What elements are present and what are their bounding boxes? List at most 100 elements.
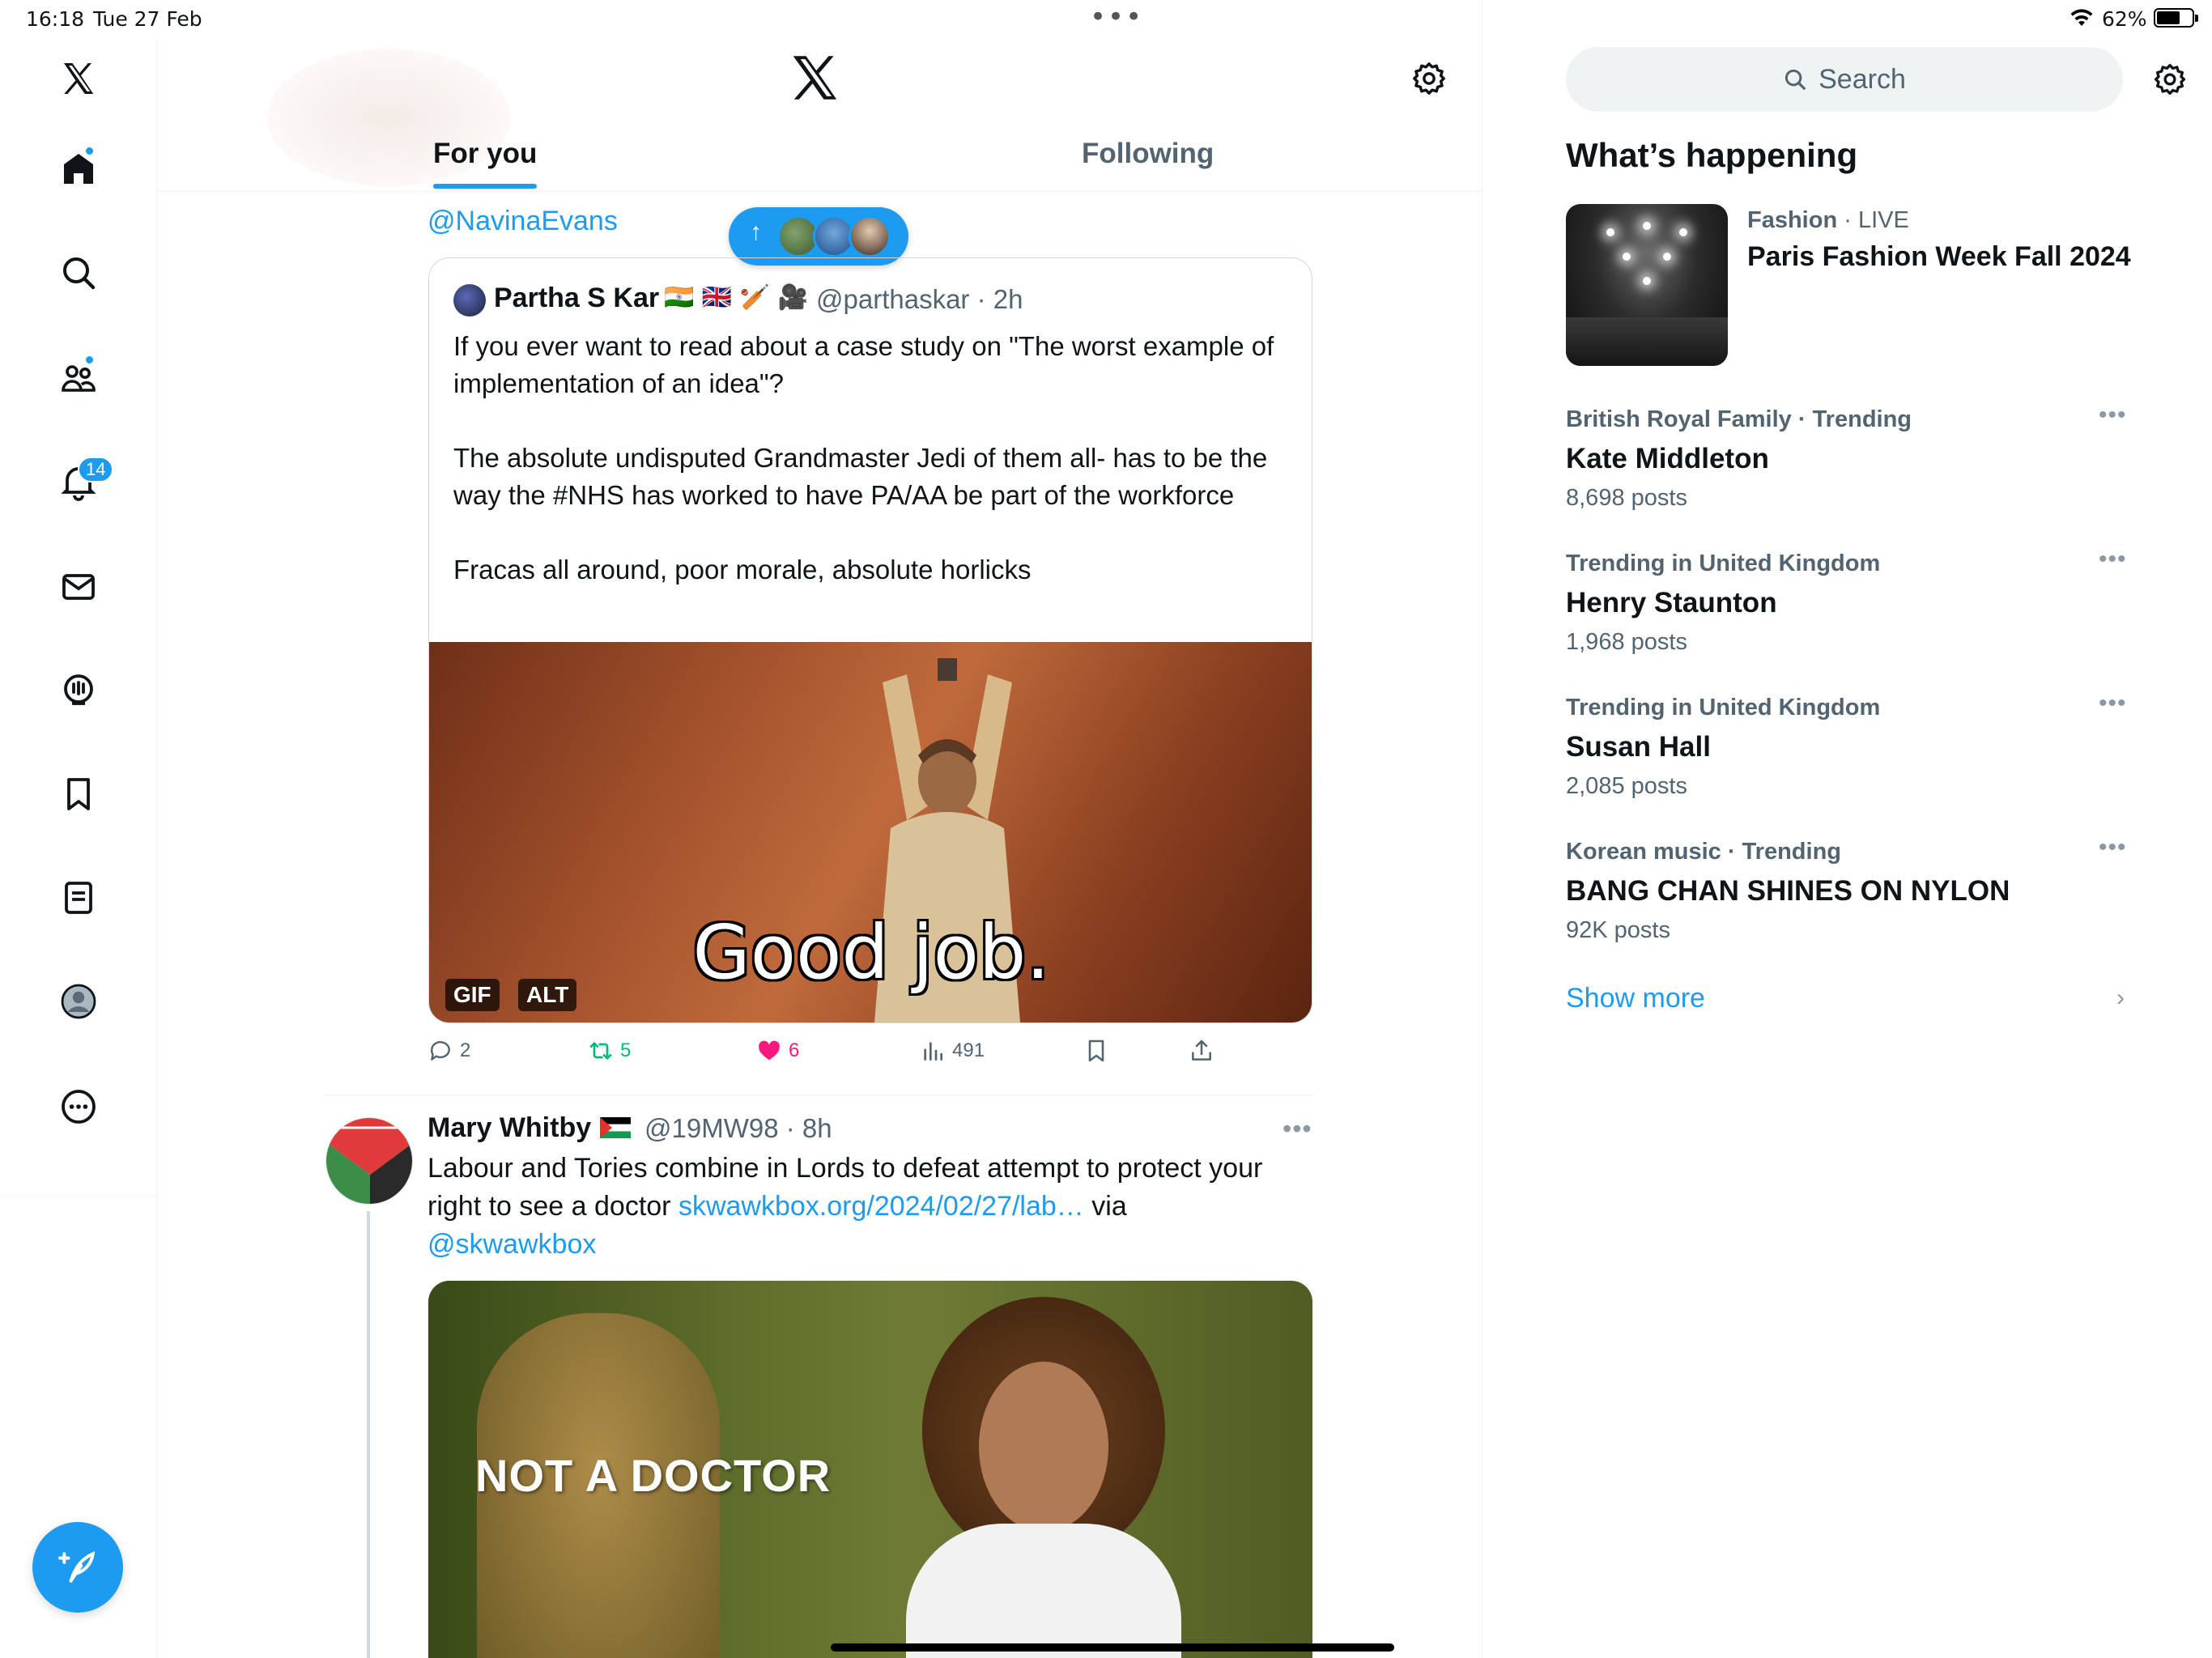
more-icon[interactable]: [50, 1078, 107, 1135]
home-icon[interactable]: [50, 141, 107, 198]
featured-trend-title[interactable]: Paris Fashion Week Fall 2024: [1747, 241, 2131, 273]
bookmark-icon: [1088, 1039, 1104, 1062]
x-logo-icon: [793, 56, 837, 100]
tab-for-you[interactable]: For you: [433, 138, 537, 170]
quoted-gif-media[interactable]: Good job. GIF ALT: [429, 642, 1312, 1022]
trend-item[interactable]: Korean music · Trending BANG CHAN SHINES…: [1566, 834, 2133, 944]
search-placeholder: Search: [1819, 63, 1906, 95]
timestamp: 2h: [993, 284, 1023, 314]
tab-following[interactable]: Following: [1082, 138, 1214, 170]
retweet-icon: [589, 1042, 612, 1060]
search-icon: [1785, 69, 1806, 90]
trend-item[interactable]: Trending in United Kingdom Susan Hall 2,…: [1566, 690, 2133, 800]
trend-posts: 2,085 posts: [1566, 773, 1687, 799]
home-unread-dot: [84, 146, 95, 156]
avatar[interactable]: [325, 1117, 413, 1205]
bookmarks-icon[interactable]: [50, 766, 107, 823]
explore-icon[interactable]: [50, 244, 107, 301]
tweet-link[interactable]: skwawkbox.org/2024/02/27/lab…: [678, 1191, 1084, 1222]
trend-meta: Trending in United Kingdom: [1566, 695, 1881, 721]
trend-more-icon[interactable]: •••: [2099, 546, 2127, 573]
views-button[interactable]: 491: [920, 1038, 985, 1064]
spaces-icon[interactable]: [50, 662, 107, 719]
show-more-link[interactable]: Show more: [1566, 983, 1705, 1014]
battery-percent: 62%: [2102, 7, 2147, 31]
tweet-image[interactable]: NOT A DOCTOR: [428, 1281, 1312, 1658]
trend-name: BANG CHAN SHINES ON NYLON: [1566, 875, 2010, 907]
mention-link[interactable]: @skwawkbox: [428, 1229, 596, 1260]
avatar[interactable]: [453, 284, 486, 317]
handle: @parthaskar: [816, 284, 970, 314]
trend-item[interactable]: Trending in United Kingdom Henry Staunto…: [1566, 546, 2133, 656]
view-count: 491: [952, 1039, 985, 1061]
quoted-author-handle: @parthaskar · 2h: [816, 284, 1023, 314]
bookmark-button[interactable]: [1083, 1038, 1109, 1064]
header-divider: [157, 191, 1482, 192]
alt-badge[interactable]: ALT: [518, 979, 577, 1011]
tweet-more-icon[interactable]: •••: [1283, 1114, 1312, 1144]
settings-gear-icon[interactable]: [1410, 60, 1448, 97]
home-indicator[interactable]: [831, 1643, 1394, 1652]
notification-count-badge: 14: [78, 457, 114, 483]
live-label: LIVE: [1857, 207, 1909, 233]
lists-icon[interactable]: [50, 869, 107, 926]
reply-button[interactable]: 2: [428, 1038, 470, 1064]
trend-more-icon[interactable]: •••: [2099, 690, 2127, 717]
trend-meta: Trending in United Kingdom: [1566, 551, 1881, 576]
trend-more-icon[interactable]: •••: [2099, 402, 2127, 429]
compose-icon: [58, 1551, 96, 1583]
image-figure-right-face: [979, 1362, 1108, 1532]
share-button[interactable]: [1189, 1038, 1214, 1064]
trend-item[interactable]: British Royal Family · Trending Kate Mid…: [1566, 402, 2133, 512]
retweet-button[interactable]: 5: [588, 1038, 631, 1064]
featured-category: Fashion: [1747, 207, 1838, 233]
communities-icon[interactable]: [50, 350, 107, 406]
trend-meta: Korean music · Trending: [1566, 839, 1841, 865]
status-time: 16:18: [26, 7, 85, 31]
messages-icon[interactable]: [50, 559, 107, 615]
trend-name: Kate Middleton: [1566, 443, 1769, 474]
like-count: 6: [789, 1039, 800, 1061]
share-icon: [1192, 1039, 1211, 1061]
active-tab-indicator: [433, 184, 537, 189]
tweet-text-via: via: [1083, 1191, 1127, 1222]
compose-button[interactable]: [32, 1522, 123, 1613]
profile-icon[interactable]: [50, 973, 107, 1030]
x-logo-icon[interactable]: [50, 50, 107, 107]
trend-more-icon[interactable]: •••: [2099, 834, 2127, 861]
retweet-count: 5: [620, 1039, 632, 1061]
explore-settings-gear-icon[interactable]: [2152, 62, 2188, 97]
multitasking-dots-icon[interactable]: •••: [1090, 3, 1143, 31]
heart-icon: [759, 1040, 780, 1061]
trend-name: Henry Staunton: [1566, 587, 1777, 619]
mention-link[interactable]: @NavinaEvans: [428, 206, 618, 237]
timestamp: 8h: [802, 1113, 832, 1143]
search-input[interactable]: Search: [1566, 47, 2123, 112]
reply-icon: [431, 1041, 450, 1061]
reply-count: 2: [460, 1039, 471, 1061]
like-button[interactable]: 6: [756, 1038, 799, 1064]
tweet-text: Labour and Tories combine in Lords to de…: [428, 1150, 1318, 1264]
new-post-avatar: [849, 215, 891, 257]
thread-connector: [367, 1211, 370, 1658]
tweet-author-name[interactable]: Mary Whitby: [428, 1112, 591, 1144]
arrow-up-icon: ↑: [750, 219, 762, 245]
trend-posts: 1,968 posts: [1566, 629, 1687, 655]
featured-trend-image[interactable]: [1566, 204, 1728, 366]
quoted-tweet[interactable]: Partha S Kar 🇮🇳 🇬🇧 🏏 🎥 @parthaskar · 2h …: [428, 257, 1312, 1023]
trend-posts: 92K posts: [1566, 917, 1670, 943]
palestine-flag-icon: [600, 1117, 631, 1138]
quoted-author-name[interactable]: Partha S Kar: [494, 283, 659, 314]
tweet-author-handle: @19MW98 · 8h: [644, 1113, 832, 1143]
image-overlay-text: NOT A DOCTOR: [475, 1450, 832, 1501]
status-date: Tue 27 Feb: [93, 7, 202, 31]
palestine-flag-avatar: [326, 1118, 412, 1204]
wifi-icon: [2070, 9, 2093, 26]
image-figure-right-coat: [906, 1524, 1181, 1658]
quoted-tweet-text: If you ever want to read about a case st…: [453, 331, 1274, 585]
trend-posts: 8,698 posts: [1566, 485, 1687, 511]
battery-icon: [2154, 8, 2198, 28]
handle: @19MW98: [644, 1113, 779, 1143]
whats-happening-title: What’s happening: [1566, 136, 1858, 174]
trend-name: Susan Hall: [1566, 731, 1711, 763]
